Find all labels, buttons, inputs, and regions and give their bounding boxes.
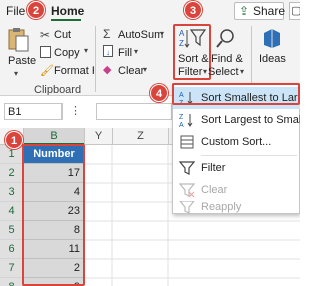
name-box-value: B1 bbox=[8, 106, 22, 118]
clear-filter-icon bbox=[178, 182, 196, 198]
column-header-y[interactable]: Y bbox=[84, 128, 112, 145]
clear-dropdown-icon[interactable]: ▾ bbox=[143, 65, 147, 74]
column-header-z[interactable]: Z bbox=[112, 128, 168, 145]
copy-dropdown-icon[interactable]: ▾ bbox=[84, 46, 88, 55]
row-header-5[interactable]: 5 bbox=[0, 221, 24, 240]
cut-button[interactable]: Cut bbox=[54, 29, 71, 42]
name-box-dropdown-icon[interactable]: ⋮ bbox=[70, 104, 90, 119]
name-box[interactable]: B1 bbox=[4, 103, 62, 120]
find-icon bbox=[215, 27, 237, 49]
menu-custom-sort-label: Custom Sort... bbox=[201, 136, 272, 148]
menu-sort-largest-to-smallest[interactable]: ZA Sort Largest to Smallest bbox=[173, 109, 300, 131]
callout-2: 2 bbox=[27, 1, 45, 19]
highlight-sort-filter bbox=[173, 24, 211, 80]
row-header-4[interactable]: 4 bbox=[0, 202, 24, 221]
column-header-b[interactable]: B bbox=[24, 128, 84, 145]
comment-icon: ▢ bbox=[291, 5, 300, 17]
tab-home-underline bbox=[51, 19, 81, 21]
paste-icon[interactable] bbox=[7, 27, 31, 53]
row-header-3[interactable]: 3 bbox=[0, 183, 24, 202]
autosum-dropdown-icon[interactable]: ▾ bbox=[160, 29, 164, 38]
menu-filter[interactable]: Filter bbox=[173, 157, 300, 179]
ideas-icon bbox=[262, 27, 282, 49]
share-button[interactable]: ⇪ Share bbox=[234, 2, 286, 20]
find-select-dropdown-icon[interactable]: ▾ bbox=[240, 67, 244, 76]
callout-4: 4 bbox=[150, 84, 168, 102]
menu-reapply-label: Reapply bbox=[201, 201, 242, 213]
menu-sort-largest-label: Sort Largest to Smallest bbox=[201, 114, 300, 126]
comments-button[interactable]: ▢ bbox=[289, 2, 300, 20]
format-painter-button[interactable]: Format Pa bbox=[54, 65, 94, 78]
svg-text:Z: Z bbox=[179, 114, 184, 121]
row-header-7[interactable]: 7 bbox=[0, 259, 24, 278]
menu-clear-label: Clear bbox=[201, 184, 228, 196]
fill-dropdown-icon[interactable]: ▾ bbox=[134, 47, 138, 56]
row-header-6[interactable]: 6 bbox=[0, 240, 24, 259]
excel-window: File 2 Home 3 ⇪ Share ▢ Paste ▾ ✂ Cut Co… bbox=[0, 0, 300, 286]
menu-separator bbox=[201, 155, 297, 156]
row-header-2[interactable]: 2 bbox=[0, 164, 24, 183]
callout-3: 3 bbox=[184, 1, 202, 19]
filter-icon bbox=[178, 160, 196, 176]
paste-dropdown-icon[interactable]: ▾ bbox=[14, 69, 18, 78]
paste-label[interactable]: Paste bbox=[8, 55, 36, 68]
share-icon: ⇪ bbox=[239, 4, 250, 18]
highlight-column-b bbox=[22, 144, 85, 286]
highlight-sort-smallest bbox=[172, 83, 300, 105]
cut-icon: ✂ bbox=[40, 28, 51, 42]
find-select-label-2[interactable]: Select bbox=[208, 66, 239, 79]
menu-reapply[interactable]: Reapply bbox=[173, 201, 300, 214]
fill-button[interactable]: Fill bbox=[118, 47, 132, 60]
menu-filter-label: Filter bbox=[201, 162, 226, 174]
eraser-icon: ◆ bbox=[103, 64, 112, 76]
ideas-button[interactable]: Ideas bbox=[259, 53, 286, 66]
find-select-label-1[interactable]: Find & bbox=[211, 53, 243, 66]
custom-sort-icon bbox=[179, 134, 195, 150]
formula-divider bbox=[62, 103, 63, 120]
row-header-8[interactable]: 8 bbox=[0, 278, 24, 286]
callout-1: 1 bbox=[5, 131, 23, 149]
tab-file[interactable]: File bbox=[6, 5, 25, 18]
clear-button[interactable]: Clear bbox=[118, 65, 144, 78]
formula-input[interactable] bbox=[96, 103, 172, 120]
tab-home[interactable]: Home bbox=[51, 5, 84, 18]
group-separator bbox=[95, 26, 96, 92]
format-painter-icon: 🖌 bbox=[40, 65, 54, 77]
reapply-icon bbox=[179, 201, 195, 214]
svg-text:A: A bbox=[179, 122, 184, 128]
autosum-icon: Σ bbox=[103, 27, 111, 41]
menu-custom-sort[interactable]: Custom Sort... bbox=[173, 131, 300, 153]
copy-icon bbox=[40, 46, 51, 58]
share-label: Share bbox=[253, 4, 286, 18]
fill-icon: ↓ bbox=[103, 45, 113, 57]
sort-descending-icon: ZA bbox=[179, 112, 195, 129]
copy-button[interactable]: Copy bbox=[54, 47, 80, 60]
autosum-button[interactable]: AutoSum bbox=[118, 29, 163, 42]
menu-clear[interactable]: Clear bbox=[173, 179, 300, 201]
